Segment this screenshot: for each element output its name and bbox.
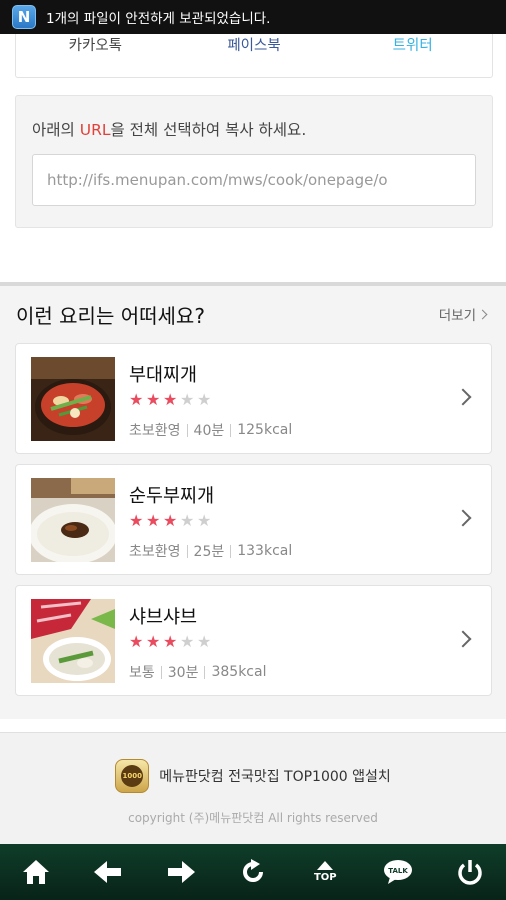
recipe-card-sundubu-jjigae[interactable]: 순두부찌개 ★ ★ ★ ★ ★ 초보환영 25분 133kcal [15, 464, 492, 575]
top-label: TOP [313, 872, 337, 883]
star-filled-icon: ★ [146, 390, 161, 409]
share-card: 카카오톡 페이스북 트위터 [15, 34, 493, 78]
rating-stars: ★ ★ ★ ★ ★ [129, 513, 214, 529]
rating-stars: ★ ★ ★ ★ ★ [129, 392, 214, 408]
refresh-icon [243, 859, 263, 882]
forward-button[interactable] [156, 848, 206, 896]
top1000-app-icon: 1000 [115, 759, 150, 793]
arrow-left-icon [94, 861, 122, 883]
power-button[interactable] [445, 848, 495, 896]
arrow-right-icon [167, 861, 195, 883]
star-empty-icon: ★ [180, 632, 195, 651]
bottom-nav: TOP TALK [0, 844, 506, 900]
status-bar: N 1개의 파일이 안전하게 보관되었습니다. [0, 0, 506, 34]
star-filled-icon: ★ [163, 511, 178, 530]
page-content: 카카오톡 페이스북 트위터 아래의 URL을 전체 선택하여 복사 하세요. 이… [0, 34, 506, 844]
rating-stars: ★ ★ ★ ★ ★ [129, 634, 214, 650]
share-twitter-button[interactable]: 트위터 [333, 34, 492, 77]
back-button[interactable] [83, 848, 133, 896]
star-empty-icon: ★ [197, 632, 212, 651]
recipe-thumbnail [31, 599, 115, 683]
recommend-section: 이런 요리는 어떠세요? 더보기 부대찌개 ★ ★ ★ ★ ★ 초보환영 40분… [0, 286, 506, 719]
kakaotalk-button[interactable]: TALK [373, 848, 423, 896]
more-link[interactable]: 더보기 [439, 304, 488, 324]
recipe-calories: 133kcal [237, 543, 293, 559]
share-facebook-button[interactable]: 페이스북 [175, 34, 334, 77]
app-install-text: 메뉴판닷컴 전국맛집 TOP1000 앱설치 [159, 769, 391, 785]
star-empty-icon: ★ [180, 511, 195, 530]
url-instruction: 아래의 URL을 전체 선택하여 복사 하세요. [32, 121, 307, 139]
star-filled-icon: ★ [163, 632, 178, 651]
star-filled-icon: ★ [129, 390, 144, 409]
recipe-level: 초보환영 [129, 423, 181, 439]
recommend-title: 이런 요리는 어떠세요? [16, 304, 205, 328]
recipe-level: 초보환영 [129, 544, 181, 560]
star-filled-icon: ★ [129, 632, 144, 651]
recipe-card-budae-jjigae[interactable]: 부대찌개 ★ ★ ★ ★ ★ 초보환영 40분 125kcal [15, 343, 492, 454]
star-filled-icon: ★ [163, 390, 178, 409]
triangle-up-icon [317, 861, 334, 870]
copyright: copyright (주)메뉴판닷컴 All rights reserved [128, 811, 378, 825]
url-copy-box: 아래의 URL을 전체 선택하여 복사 하세요. [15, 95, 493, 228]
share-kakaotalk-button[interactable]: 카카오톡 [16, 34, 175, 77]
recipe-thumbnail [31, 357, 115, 441]
power-icon [458, 860, 482, 885]
star-filled-icon: ★ [146, 511, 161, 530]
recipe-thumbnail [31, 478, 115, 562]
status-notification: 1개의 파일이 안전하게 보관되었습니다. [46, 11, 271, 27]
url-input[interactable] [32, 154, 476, 206]
talk-label: TALK [388, 867, 408, 875]
recipe-calories: 385kcal [211, 664, 267, 680]
star-filled-icon: ★ [129, 511, 144, 530]
url-highlight: URL [79, 121, 111, 139]
talk-bubble-icon: TALK [383, 860, 412, 884]
chevron-right-icon [454, 388, 472, 406]
recipe-calories: 125kcal [237, 422, 293, 438]
naver-n-icon: N [12, 5, 36, 29]
recipe-level: 보통 [129, 665, 155, 681]
recipe-time: 25분 [193, 544, 225, 560]
recipe-time: 40분 [193, 423, 225, 439]
recipe-meta: 보통 30분 385kcal [129, 662, 266, 682]
star-empty-icon: ★ [197, 511, 212, 530]
home-button[interactable] [11, 848, 61, 896]
chevron-right-icon [454, 630, 472, 648]
recipe-name: 샤브샤브 [129, 607, 198, 628]
star-empty-icon: ★ [180, 390, 195, 409]
recipe-name: 부대찌개 [129, 365, 198, 386]
star-filled-icon: ★ [146, 632, 161, 651]
recipe-meta: 초보환영 25분 133kcal [129, 541, 292, 561]
recipe-card-shabu-shabu[interactable]: 샤브샤브 ★ ★ ★ ★ ★ 보통 30분 385kcal [15, 585, 492, 696]
chevron-right-icon [477, 309, 488, 319]
chevron-right-icon [454, 509, 472, 527]
refresh-button[interactable] [228, 848, 278, 896]
star-empty-icon: ★ [197, 390, 212, 409]
recipe-time: 30분 [167, 665, 199, 681]
scroll-top-button[interactable]: TOP [300, 848, 350, 896]
recipe-meta: 초보환영 40분 125kcal [129, 420, 292, 440]
home-icon [23, 860, 50, 884]
footer: 1000 메뉴판닷컴 전국맛집 TOP1000 앱설치 copyright (주… [0, 732, 506, 844]
recipe-name: 순두부찌개 [129, 486, 215, 507]
app-install-link[interactable]: 1000 메뉴판닷컴 전국맛집 TOP1000 앱설치 [0, 759, 506, 793]
